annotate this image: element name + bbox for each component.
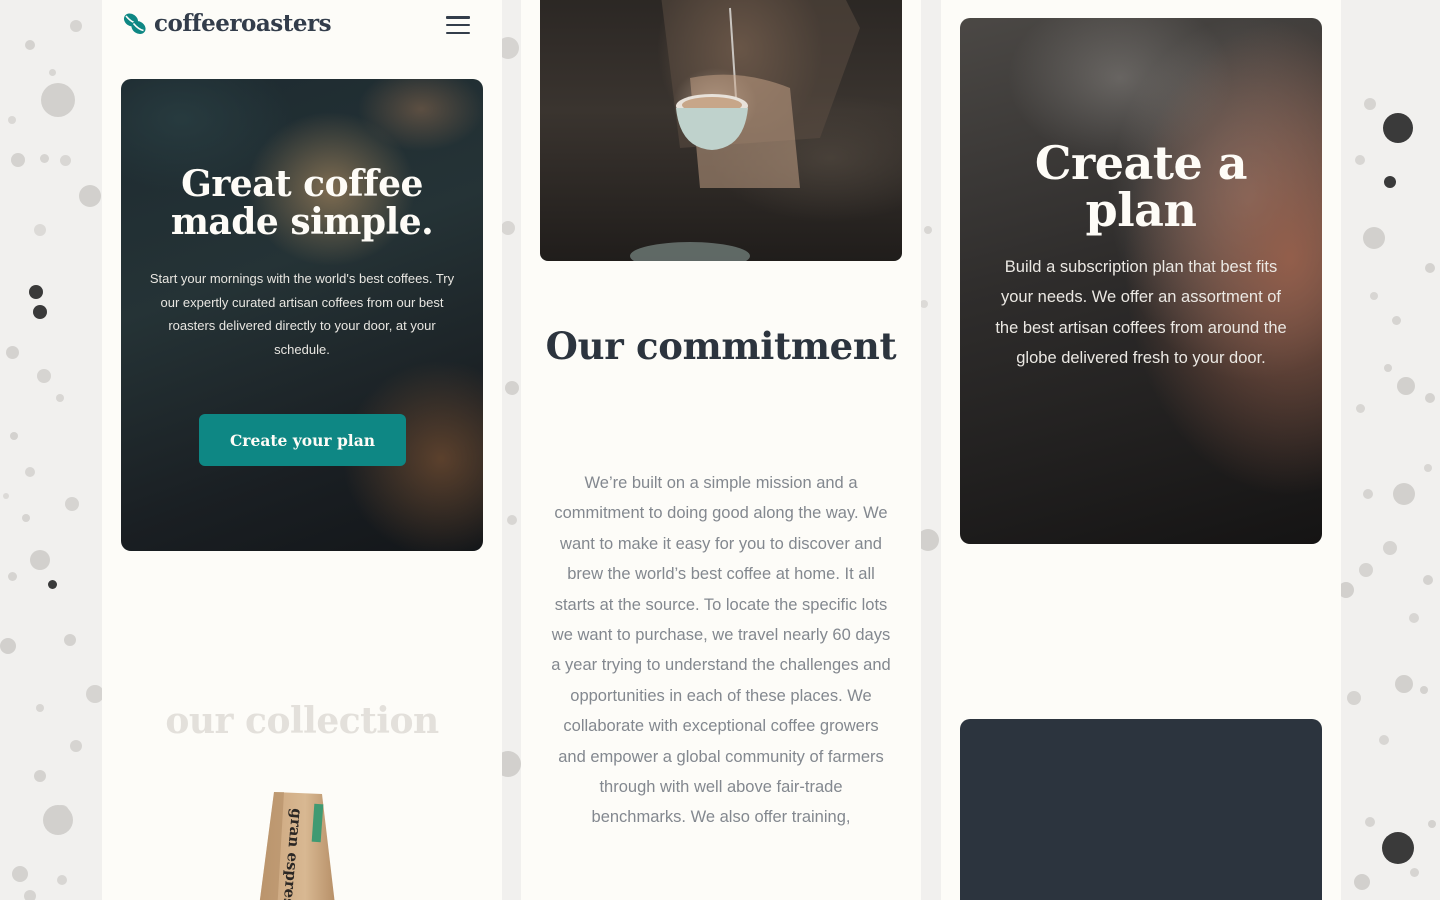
plan-title: Create a plan [1034, 136, 1248, 237]
collection-heading: our collection [165, 700, 439, 742]
coffee-bag-image: gran espresso [259, 792, 335, 900]
commitment-title: Our commitment [545, 324, 897, 368]
about-page-mobile: Our commitment We’re built on a simple m… [521, 0, 921, 900]
barista-illustration [630, 0, 860, 261]
hero-title: Great coffee made simple. [170, 163, 434, 243]
plan-description: Build a subscription plan that best fits… [995, 258, 1287, 368]
hero-description: Start your mornings with the world's bes… [149, 271, 455, 357]
header: coffeeroasters [102, 0, 502, 52]
hamburger-menu-icon[interactable] [444, 14, 472, 36]
plan-page-mobile: Create a plan Build a subscription plan … [941, 0, 1341, 900]
home-page-mobile: coffeeroasters Great coffee made simple.… [102, 0, 502, 900]
dark-section-card [960, 719, 1322, 900]
coffee-bean-logo-icon [123, 12, 146, 34]
commitment-description: We’re built on a simple mission and a co… [551, 474, 891, 827]
barista-pouring-coffee-image [540, 0, 902, 261]
plan-hero-card: Create a plan Build a subscription plan … [960, 18, 1322, 544]
logo[interactable]: coffeeroasters [122, 10, 332, 37]
hero-card: Great coffee made simple. Start your mor… [121, 79, 483, 551]
brand-name: coffeeroasters [154, 10, 332, 37]
create-plan-button[interactable]: Create your plan [199, 414, 406, 466]
